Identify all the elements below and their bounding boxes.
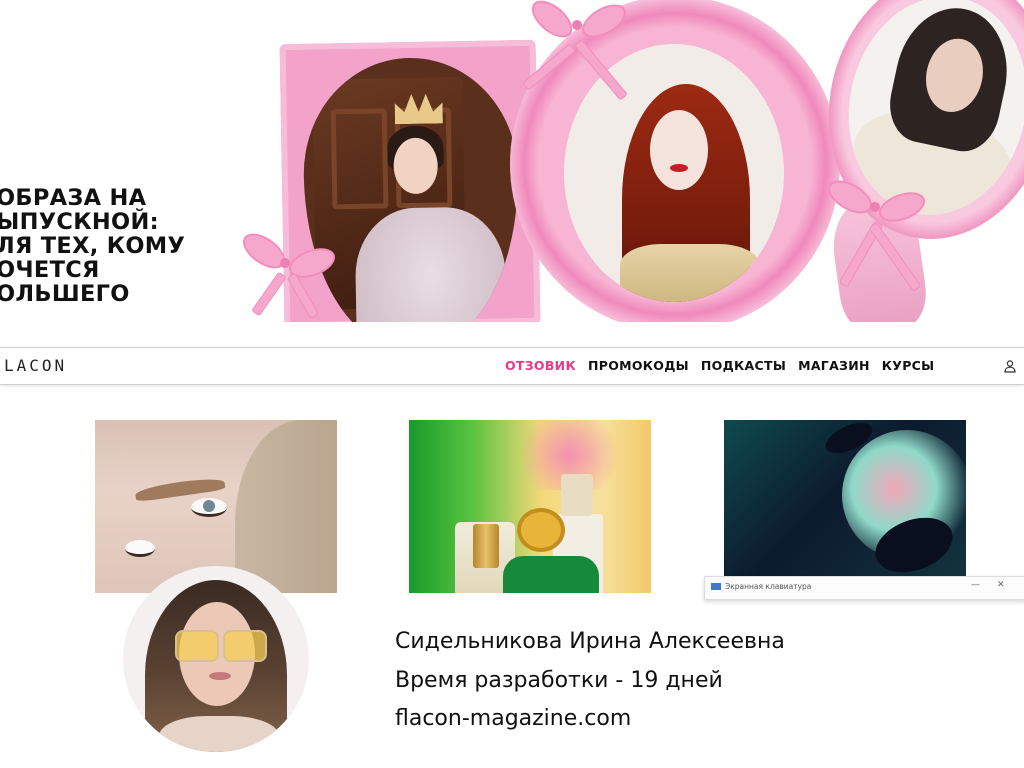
dress	[354, 206, 508, 322]
hero-title[interactable]: ОБРАЗА НА ЫПУСКНОЙ: ЛЯ ТЕХ, КОМУ ОЧЕТСЯ …	[0, 186, 246, 306]
ribbon-bow-icon	[820, 173, 940, 308]
close-button[interactable]: ✕	[997, 580, 1005, 590]
nav-item-courses[interactable]: КУРСЫ	[882, 358, 935, 373]
satin-top	[620, 244, 760, 302]
nav-item-podcasts[interactable]: ПОДКАСТЫ	[701, 358, 786, 373]
hair	[235, 420, 337, 593]
on-screen-keyboard-window[interactable]: Экранная клавиатура — ✕	[704, 576, 1024, 600]
slide-dot[interactable]	[212, 262, 216, 266]
face	[650, 110, 708, 190]
perfume-cap	[517, 508, 565, 552]
site-url[interactable]: flacon-magazine.com	[395, 700, 785, 739]
slide-dot[interactable]	[221, 262, 225, 266]
glasses-icon	[175, 630, 219, 662]
author-avatar	[123, 566, 309, 752]
minimize-button[interactable]: —	[971, 580, 980, 590]
ribbon-bow-icon	[520, 0, 640, 110]
dev-time: Время разработки - 19 дней	[395, 667, 723, 693]
author-name: Сидельникова Ирина Алексеевна	[395, 629, 785, 654]
perfume-cap	[473, 524, 499, 568]
perfume-bottle	[503, 556, 599, 593]
author-info: Сидельникова Ирина Алексеевна Время разр…	[395, 623, 785, 739]
eye	[191, 498, 227, 517]
nav-item-otzovik[interactable]: ОТЗОВИК	[505, 358, 576, 373]
top	[159, 716, 279, 752]
nav-item-shop[interactable]: МАГАЗИН	[798, 358, 870, 373]
article-thumbnail-perfume[interactable]	[409, 420, 651, 593]
glasses-icon	[223, 630, 267, 662]
osk-title: Экранная клавиатура	[725, 582, 812, 591]
nav-menu: ОТЗОВИК ПРОМОКОДЫ ПОДКАСТЫ МАГАЗИН КУРСЫ	[505, 358, 934, 373]
ribbon-bow-icon	[228, 226, 348, 322]
user-icon[interactable]	[1003, 359, 1017, 373]
hero-banner[interactable]: ОБРАЗА НА ЫПУСКНОЙ: ЛЯ ТЕХ, КОМУ ОЧЕТСЯ …	[0, 0, 1024, 322]
keyboard-icon	[711, 583, 721, 590]
nav-item-promocodes[interactable]: ПРОМОКОДЫ	[588, 358, 689, 373]
main-navbar: LACON ОТЗОВИК ПРОМОКОДЫ ПОДКАСТЫ МАГАЗИН…	[0, 347, 1024, 385]
eye	[125, 540, 155, 557]
lips	[209, 672, 231, 680]
article-thumbnail-neon-portrait[interactable]	[724, 420, 966, 593]
site-logo[interactable]: LACON	[4, 356, 67, 375]
lips	[670, 164, 688, 172]
perfume-cap	[561, 474, 593, 516]
